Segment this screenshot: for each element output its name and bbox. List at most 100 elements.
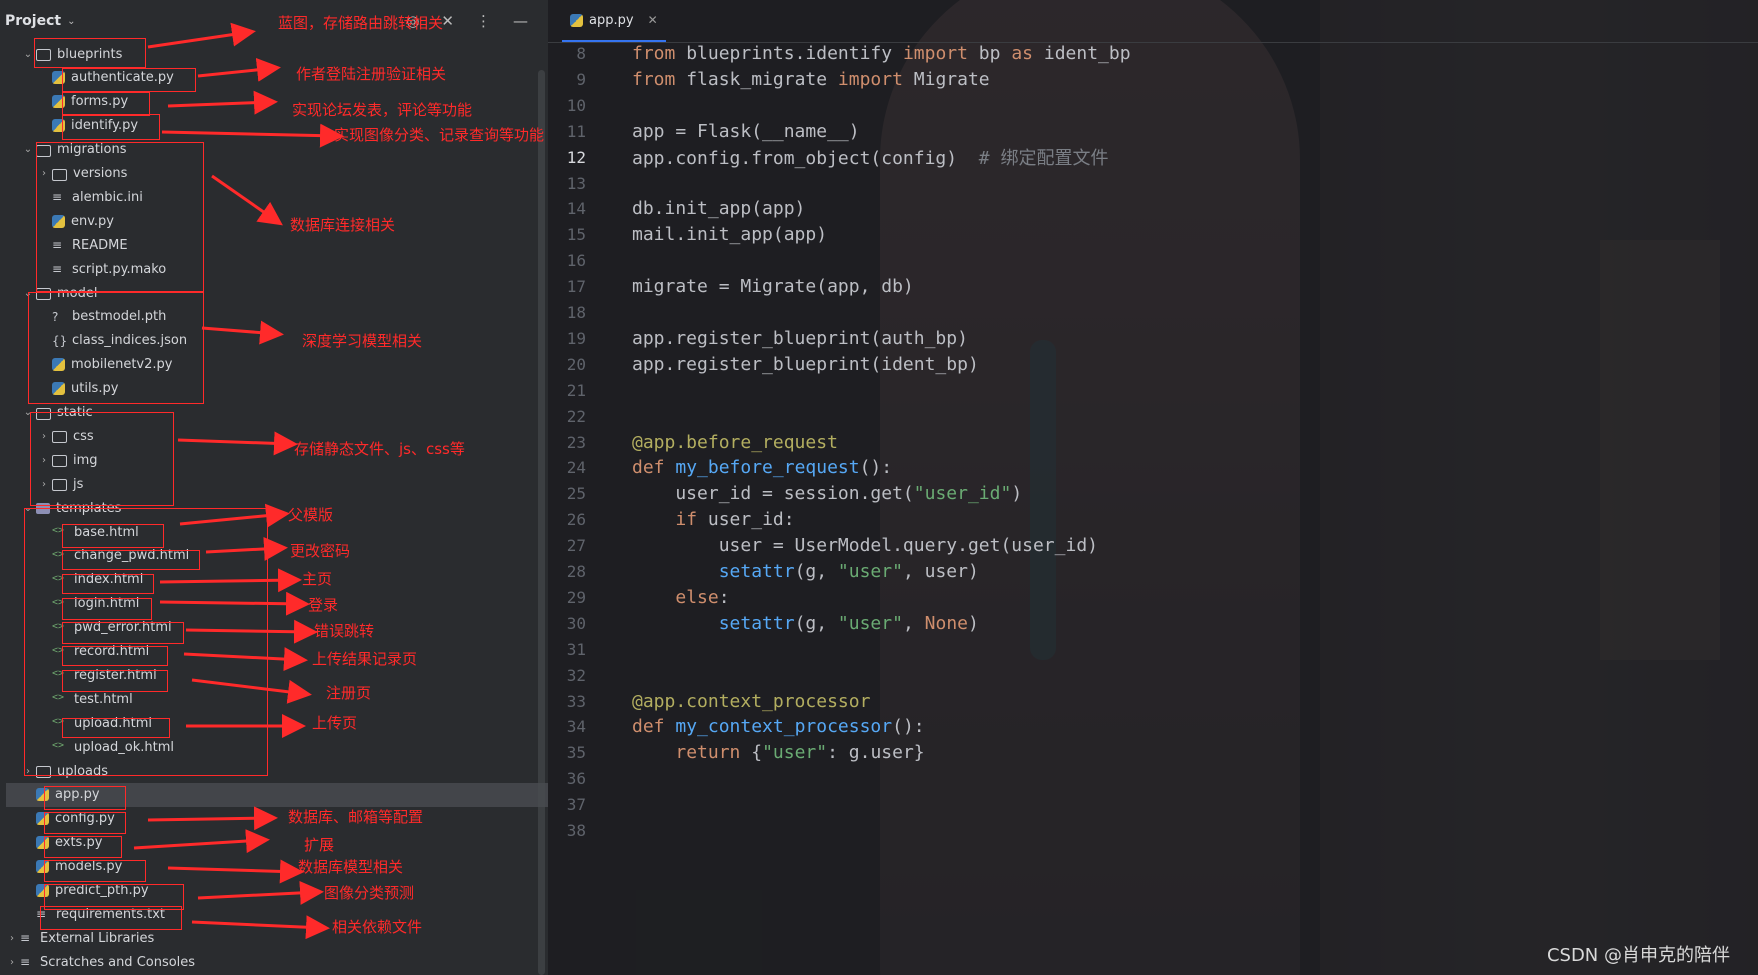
code-line[interactable]: 17 migrate = Migrate(app, db)	[548, 272, 914, 301]
tree-item[interactable]: › css	[0, 424, 572, 448]
code-line[interactable]: 10	[548, 91, 586, 120]
code-line[interactable]: 37	[548, 790, 586, 819]
code-line[interactable]: 30 setattr(g, "user", None)	[548, 609, 979, 638]
chevron-right-icon[interactable]: ›	[36, 455, 52, 466]
tree-item[interactable]: ⌄ blueprints	[0, 42, 556, 66]
tree-item[interactable]: › img	[0, 448, 572, 472]
line-number: 25	[566, 484, 586, 504]
code-line[interactable]: 22	[548, 402, 586, 431]
chevron-right-icon[interactable]: ›	[4, 957, 20, 968]
tree-item[interactable]: ⌄ templates	[0, 496, 556, 520]
close-tab-icon[interactable]: ✕	[648, 13, 658, 27]
tree-item[interactable]: › ≡ External Libraries	[0, 926, 540, 950]
code-line[interactable]: 27 user = UserModel.query.get(user_id)	[548, 531, 1098, 560]
collapse-icon[interactable]: ✕	[441, 12, 454, 30]
code-line[interactable]: 12 app.config.from_object(config) # 绑定配置文…	[548, 143, 1109, 172]
code-line[interactable]: 8 from blueprints.identify import bp as i…	[548, 39, 1130, 68]
project-tool-window: Project ⌄ ◎ ✕ ⋮ — ⌄ blueprints authenticat…	[0, 0, 548, 975]
tree-item[interactable]: mobilenetv2.py	[0, 353, 572, 377]
code-line[interactable]: 24 def my_before_request():	[548, 453, 892, 482]
tree-item[interactable]: <> index.html	[0, 568, 572, 592]
tree-item[interactable]: forms.py	[0, 90, 572, 114]
code-line[interactable]: 18	[548, 298, 586, 327]
tree-item[interactable]: authenticate.py	[0, 66, 572, 90]
code-line[interactable]: 20 app.register_blueprint(ident_bp)	[548, 350, 979, 379]
tree-item-label: authenticate.py	[71, 70, 174, 86]
tree-item[interactable]: ≡ alembic.ini	[0, 185, 572, 209]
tree-item[interactable]: models.py	[0, 855, 556, 879]
tree-item[interactable]: <> register.html	[0, 663, 572, 687]
tree-item[interactable]: › versions	[0, 162, 572, 186]
code-line[interactable]: 13	[548, 169, 586, 198]
tab-app-py[interactable]: app.py ✕	[562, 0, 666, 42]
tree-item[interactable]: utils.py	[0, 377, 572, 401]
line-number: 24	[566, 458, 586, 478]
chevron-down-icon[interactable]: ⌄	[20, 288, 36, 299]
minimize-icon[interactable]: —	[513, 12, 528, 30]
code-line[interactable]: 23 @app.before_request	[548, 428, 838, 457]
tree-item[interactable]: ⌄ model	[0, 281, 556, 305]
tree-item[interactable]: ⌄ static	[0, 401, 556, 425]
tree-item[interactable]: ≡ requirements.txt	[0, 902, 556, 926]
code-line[interactable]: 32	[548, 661, 586, 690]
code-line[interactable]: 16	[548, 246, 586, 275]
tree-item-label: pwd_error.html	[74, 620, 172, 636]
tree-item[interactable]: exts.py	[0, 831, 556, 855]
code-line[interactable]: 33 @app.context_processor	[548, 687, 871, 716]
tree-item[interactable]: <> login.html	[0, 592, 572, 616]
chevron-right-icon[interactable]: ›	[36, 431, 52, 442]
code-line[interactable]: 21	[548, 376, 586, 405]
project-scrollbar[interactable]	[538, 70, 545, 975]
tree-item[interactable]: <> upload.html	[0, 711, 572, 735]
line-number: 19	[566, 328, 586, 348]
tree-item[interactable]: config.py	[0, 807, 556, 831]
code-line[interactable]: 28 setattr(g, "user", user)	[548, 557, 979, 586]
code-line[interactable]: 35 return {"user": g.user}	[548, 738, 925, 767]
chevron-down-icon[interactable]: ⌄	[20, 503, 36, 514]
tree-item[interactable]: <> base.html	[0, 520, 572, 544]
chevron-right-icon[interactable]: ›	[36, 168, 52, 179]
chevron-down-icon[interactable]: ⌄	[20, 49, 36, 60]
code-line[interactable]: 38	[548, 816, 586, 845]
tree-item[interactable]: env.py	[0, 209, 572, 233]
folder-icon	[36, 766, 51, 778]
chevron-right-icon[interactable]: ›	[20, 766, 36, 777]
tree-item[interactable]: › js	[0, 472, 572, 496]
code-line[interactable]: 36	[548, 764, 586, 793]
project-panel-title[interactable]: Project	[5, 13, 61, 29]
tree-item[interactable]: <> record.html	[0, 640, 572, 664]
code-line[interactable]: 15 mail.init_app(app)	[548, 220, 827, 249]
tree-item[interactable]: ? bestmodel.pth	[0, 305, 572, 329]
tree-item[interactable]: › uploads	[0, 759, 556, 783]
tree-item[interactable]: ≡ script.py.mako	[0, 257, 572, 281]
code-line[interactable]: 34 def my_context_processor():	[548, 712, 925, 741]
chevron-down-icon[interactable]: ⌄	[20, 407, 36, 418]
code-text: def my_before_request():	[632, 457, 893, 479]
python-file-icon	[52, 382, 65, 396]
code-line[interactable]: 31	[548, 635, 586, 664]
code-line[interactable]: 9 from flask_migrate import Migrate	[548, 65, 989, 94]
tree-item[interactable]: <> upload_ok.html	[0, 735, 572, 759]
chevron-down-icon[interactable]: ⌄	[67, 16, 75, 27]
code-line[interactable]: 29 else:	[548, 583, 730, 612]
tree-item[interactable]: <> test.html	[0, 687, 572, 711]
tree-item[interactable]: predict_pth.py	[0, 879, 556, 903]
tree-item[interactable]: <> pwd_error.html	[0, 616, 572, 640]
tree-item[interactable]: › ≡ Scratches and Consoles	[0, 950, 540, 974]
code-line[interactable]: 25 user_id = session.get("user_id")	[548, 479, 1022, 508]
code-line[interactable]: 11 app = Flask(__name__)	[548, 117, 860, 146]
line-number: 27	[566, 536, 586, 556]
tree-item[interactable]: <> change_pwd.html	[0, 544, 572, 568]
tree-item[interactable]: {} class_indices.json	[0, 329, 572, 353]
library-icon: ≡	[20, 931, 31, 946]
tree-item[interactable]: ≡ README	[0, 233, 572, 257]
code-line[interactable]: 26 if user_id:	[548, 505, 795, 534]
tree-item[interactable]: app.py	[6, 782, 548, 807]
chevron-right-icon[interactable]: ›	[36, 479, 52, 490]
code-line[interactable]: 19 app.register_blueprint(auth_bp)	[548, 324, 968, 353]
code-line[interactable]: 14 db.init_app(app)	[548, 194, 806, 223]
chevron-right-icon[interactable]: ›	[4, 933, 20, 944]
chevron-down-icon[interactable]: ⌄	[20, 144, 36, 155]
more-options-icon[interactable]: ⋮	[476, 12, 491, 30]
watermark: CSDN @肖申克的陪伴	[1546, 945, 1730, 966]
